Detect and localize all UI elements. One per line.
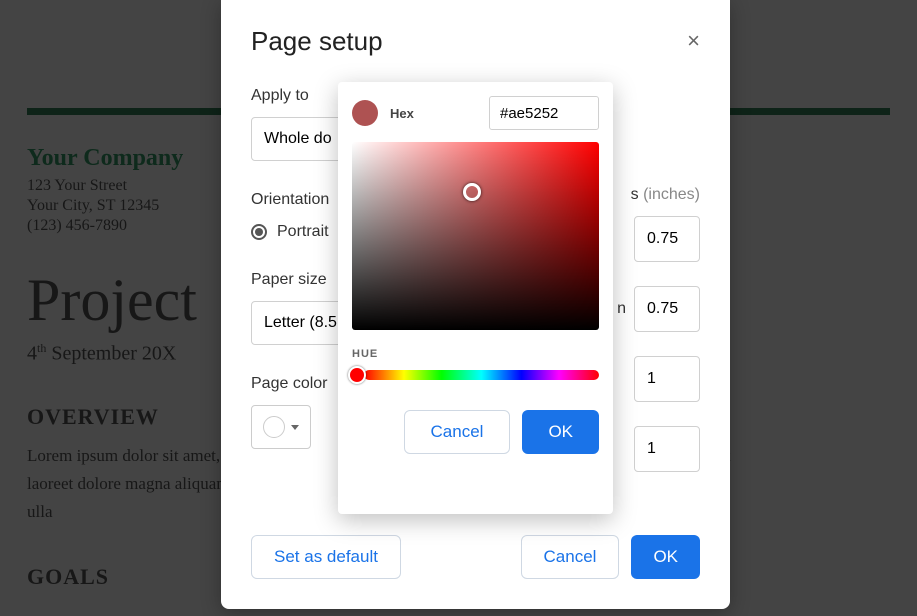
set-as-default-button[interactable]: Set as default bbox=[251, 535, 401, 579]
hex-input[interactable]: #ae5252 bbox=[489, 96, 599, 130]
margin-right-input[interactable]: 1 bbox=[634, 426, 700, 472]
ok-button[interactable]: OK bbox=[631, 535, 700, 579]
dialog-title: Page setup bbox=[251, 26, 700, 57]
hue-thumb-icon[interactable] bbox=[348, 366, 366, 384]
hue-label: HUE bbox=[352, 348, 599, 360]
close-icon[interactable]: × bbox=[687, 28, 700, 54]
hex-label: Hex bbox=[390, 106, 414, 121]
picker-cancel-button[interactable]: Cancel bbox=[404, 410, 511, 454]
picker-ok-button[interactable]: OK bbox=[522, 410, 599, 454]
margins-hint: (inches) bbox=[643, 186, 700, 203]
saturation-value-field[interactable] bbox=[352, 142, 599, 330]
orientation-portrait-radio[interactable] bbox=[251, 224, 267, 240]
hue-slider[interactable] bbox=[364, 370, 599, 380]
sv-thumb-icon[interactable] bbox=[463, 183, 481, 201]
page-color-button[interactable] bbox=[251, 405, 311, 449]
color-picker-popover: Hex #ae5252 HUE Cancel OK bbox=[338, 82, 613, 514]
margin-top-input[interactable]: 0.75 bbox=[634, 216, 700, 262]
cancel-button[interactable]: Cancel bbox=[521, 535, 620, 579]
margin-left-input[interactable]: 1 bbox=[634, 356, 700, 402]
margin-bottom-input[interactable]: 0.75 bbox=[634, 286, 700, 332]
picker-current-swatch-icon bbox=[352, 100, 378, 126]
margin-side-label: n bbox=[617, 300, 626, 318]
page-color-swatch-icon bbox=[263, 416, 285, 438]
chevron-down-icon bbox=[291, 425, 299, 430]
orientation-portrait-label: Portrait bbox=[277, 223, 329, 241]
